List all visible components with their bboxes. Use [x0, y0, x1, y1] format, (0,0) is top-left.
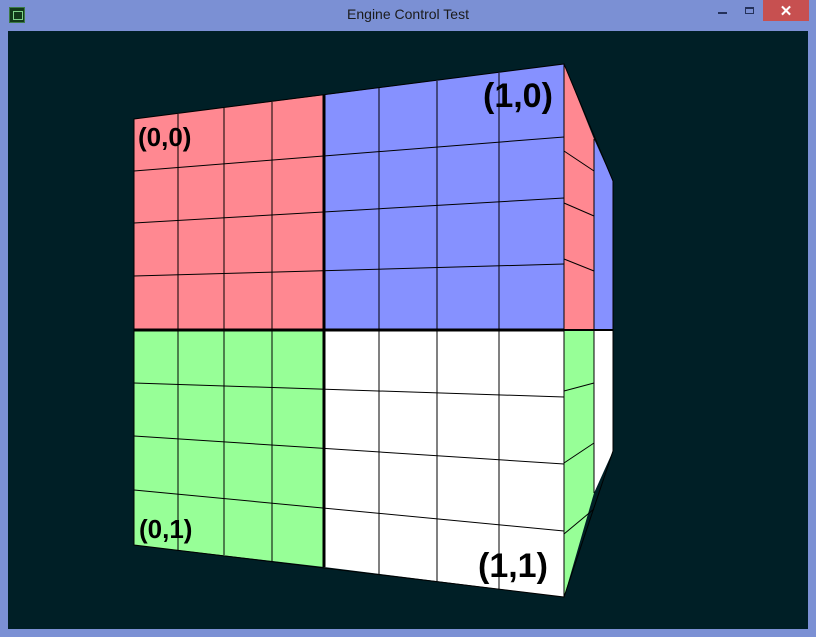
quadrant-label-0-0: (0,0) [138, 122, 191, 152]
quadrant-label-1-0: (1,0) [483, 77, 553, 115]
render-viewport[interactable]: (0,0) (1,0) (0,0) (0,1) (1,1) [8, 31, 808, 629]
maximize-icon [744, 7, 754, 14]
close-icon: ✕ [779, 2, 793, 20]
close-button[interactable]: ✕ [763, 0, 809, 21]
window-title: Engine Control Test [347, 6, 469, 22]
quadrant-label-1-1: (1,1) [478, 547, 548, 585]
quadrant-label-0-1-visible: (0,1) [139, 514, 192, 544]
maximize-button[interactable] [736, 0, 762, 21]
minimize-icon [718, 11, 727, 14]
side-quad-bottom-inner [594, 330, 613, 493]
cube-front-face: (0,0) (1,0) (0,0) (0,1) (1,1) [133, 63, 565, 598]
minimize-button[interactable] [709, 0, 736, 21]
side-quad-top-outer [564, 64, 594, 330]
title-bar[interactable]: Engine Control Test ✕ [0, 0, 816, 31]
side-quad-top-inner [594, 139, 613, 330]
cube-side-face [563, 63, 614, 598]
cube-scene: (0,0) (1,0) (0,0) (0,1) (1,1) [133, 63, 614, 598]
application-window: Engine Control Test ✕ (0,0) (1,0) (0,1) … [0, 0, 816, 637]
side-quad-bottom-outer [564, 330, 594, 597]
